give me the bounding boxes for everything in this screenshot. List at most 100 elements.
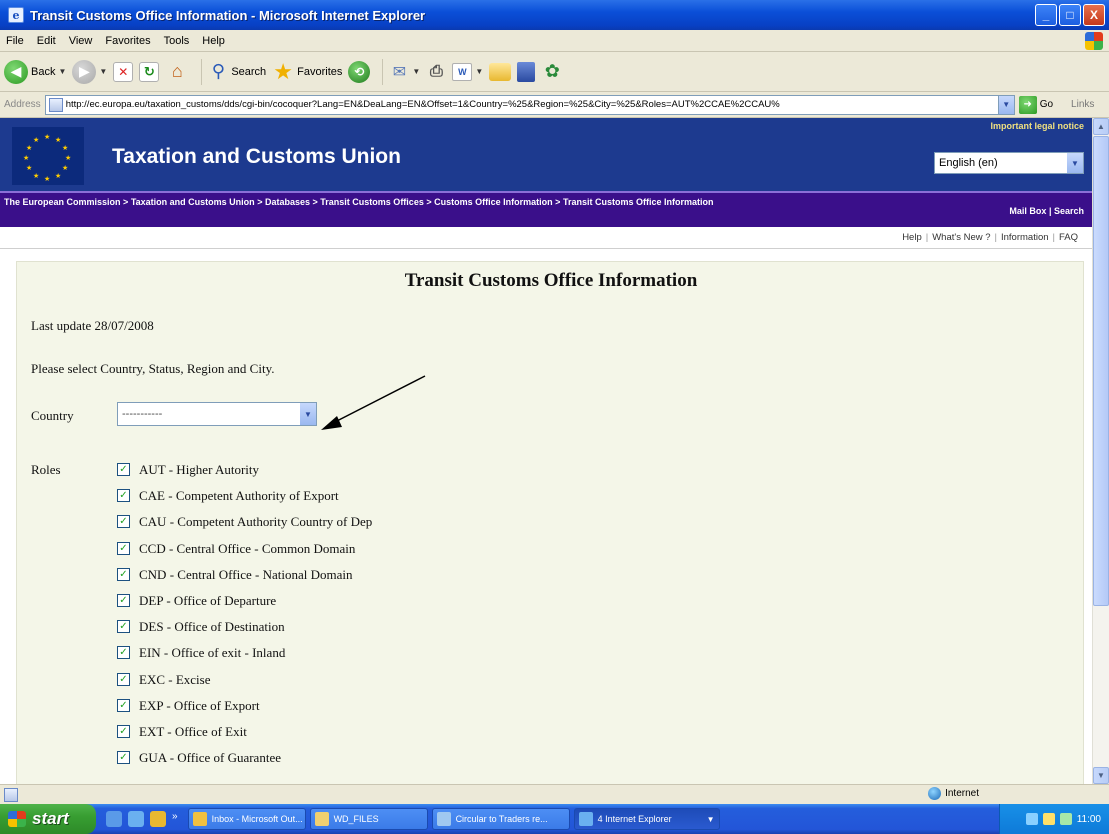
edit-button[interactable]: W ▼ (452, 62, 483, 81)
role-item[interactable]: ✓ CCD - Central Office - Common Domain (117, 541, 372, 567)
go-button[interactable]: Go (1040, 99, 1053, 110)
checkbox-checked[interactable]: ✓ (117, 489, 130, 503)
search-button[interactable]: ⚲ Search (208, 60, 266, 84)
address-input[interactable]: http://ec.europa.eu/taxation_customs/dds… (44, 94, 1015, 115)
breadcrumb-item[interactable]: Taxation and Customs Union (131, 197, 255, 207)
word-icon: W (452, 62, 473, 81)
task-outlook[interactable]: Inbox - Microsoft Out... (187, 808, 306, 830)
breadcrumb-item[interactable]: The European Commission (4, 197, 121, 207)
home-button[interactable]: ⌂ (165, 60, 189, 84)
country-select[interactable]: ----------- ▼ (117, 402, 317, 426)
breadcrumb-item[interactable]: Customs Office Information (434, 197, 553, 207)
go-arrow-icon[interactable]: ➜ (1018, 95, 1037, 114)
scroll-thumb[interactable] (1093, 136, 1109, 606)
role-item[interactable]: ✓ CAU - Competent Authority Country of De… (117, 514, 372, 540)
close-button[interactable]: X (1083, 4, 1105, 26)
stop-button[interactable]: ✕ (113, 61, 134, 82)
favorites-button[interactable]: ★ Favorites (272, 58, 342, 84)
menu-edit[interactable]: Edit (37, 35, 56, 47)
breadcrumb-item[interactable]: Transit Customs Offices (320, 197, 424, 207)
role-item[interactable]: ✓ EXT - Office of Exit (117, 724, 372, 750)
quick-launch: » (106, 811, 184, 827)
start-button[interactable]: start (0, 804, 96, 834)
checkbox-checked[interactable]: ✓ (117, 515, 130, 529)
page-title: Transit Customs Office Information (404, 270, 698, 291)
page-icon (48, 97, 63, 112)
role-label: EXP - Office of Export (139, 697, 260, 713)
checkbox-checked[interactable]: ✓ (117, 593, 130, 607)
checkbox-checked[interactable]: ✓ (117, 620, 130, 634)
maximize-button[interactable]: □ (1059, 4, 1081, 26)
task-internet-explorer[interactable]: 4 Internet Explorer ▼ (573, 808, 720, 830)
outlook-icon[interactable] (150, 811, 166, 827)
network-icon[interactable] (1025, 813, 1038, 825)
role-item[interactable]: ✓ DES - Office of Destination (117, 619, 372, 645)
search-link[interactable]: Search (1054, 206, 1084, 216)
refresh-button[interactable]: ↻ (139, 61, 160, 82)
menu-help[interactable]: Help (202, 35, 225, 47)
minimize-button[interactable]: _ (1035, 4, 1057, 26)
role-item[interactable]: ✓ DEP - Office of Departure (117, 593, 372, 619)
url-text: http://ec.europa.eu/taxation_customs/dds… (65, 99, 780, 110)
chevron-down-icon[interactable]: ▼ (997, 95, 1014, 114)
role-item[interactable]: ✓ EIN - Office of exit - Inland (117, 645, 372, 671)
breadcrumb-item[interactable]: Databases (265, 197, 310, 207)
forward-button[interactable]: ▶ ▼ (72, 59, 107, 84)
stop-icon: ✕ (113, 61, 134, 82)
scroll-down-icon[interactable]: ▼ (1093, 767, 1109, 784)
help-link[interactable]: Help (902, 232, 922, 243)
menu-view[interactable]: View (69, 35, 93, 47)
folder-button[interactable] (489, 62, 512, 81)
task-circular[interactable]: Circular to Traders re... (431, 808, 570, 830)
window-titlebar[interactable]: e Transit Customs Office Information - M… (0, 0, 1109, 30)
star-icon: ★ (273, 58, 294, 84)
role-item[interactable]: ✓ EXP - Office of Export (117, 698, 372, 724)
ie-icon[interactable] (128, 811, 144, 827)
checkbox-checked[interactable]: ✓ (117, 646, 130, 660)
checkbox-checked[interactable]: ✓ (117, 751, 130, 765)
checkbox-checked[interactable]: ✓ (117, 541, 130, 555)
checkbox-checked[interactable]: ✓ (117, 698, 130, 712)
links-button[interactable]: Links (1071, 99, 1094, 110)
role-item[interactable]: ✓ CAE - Competent Authority of Export (117, 488, 372, 514)
vertical-scrollbar[interactable]: ▲ ▼ (1092, 118, 1109, 784)
checkbox-checked[interactable]: ✓ (117, 463, 130, 476)
print-button[interactable]: ⎙ (426, 60, 446, 84)
back-label: Back (31, 65, 56, 78)
windows-logo-icon (1085, 32, 1103, 50)
chevron-down-icon: ▼ (300, 403, 316, 425)
role-item[interactable]: ✓ AUT - Higher Autority (117, 462, 372, 488)
messenger-button[interactable]: ✿ (541, 60, 563, 84)
checkbox-checked[interactable]: ✓ (117, 724, 130, 738)
help-bar: Help | What's New ? | Information | FAQ (0, 227, 1092, 249)
eu-header: ★ ★ ★ ★ ★ ★ ★ ★ ★ ★ ★ ★ Taxation and Customs Uni… (0, 118, 1092, 191)
status-bar: Internet (0, 784, 1109, 804)
task-wd-files[interactable]: WD_FILES (309, 808, 428, 830)
whats-new-link[interactable]: What's New ? (932, 232, 990, 243)
checkbox-checked[interactable]: ✓ (117, 567, 130, 581)
menu-tools[interactable]: Tools (164, 35, 190, 47)
legal-notice-link[interactable]: Important legal notice (990, 121, 1084, 131)
faq-link[interactable]: FAQ (1059, 232, 1078, 243)
checkbox-checked[interactable]: ✓ (117, 672, 130, 686)
mailbox-link[interactable]: Mail Box (1009, 206, 1046, 216)
role-label: DEP - Office of Departure (139, 592, 277, 608)
language-select[interactable]: English (en) ▼ (934, 152, 1084, 174)
chevron-right-icon[interactable]: » (172, 811, 178, 827)
role-item[interactable]: ✓ EXC - Excise (117, 672, 372, 698)
history-button[interactable]: ⟲ (348, 60, 371, 83)
menu-favorites[interactable]: Favorites (105, 35, 150, 47)
back-button[interactable]: ◀ Back ▼ (4, 59, 66, 84)
role-item[interactable]: ✓ CND - Central Office - National Domain (117, 567, 372, 593)
scroll-up-icon[interactable]: ▲ (1093, 118, 1109, 135)
mail-button[interactable]: ✉ ▼ (389, 60, 421, 84)
research-button[interactable] (517, 61, 536, 82)
role-item[interactable]: ✓ GUA - Office of Guarantee (117, 750, 372, 776)
menu-file[interactable]: File (6, 35, 24, 47)
desktop-icon[interactable] (106, 811, 122, 827)
information-link[interactable]: Information (1001, 232, 1049, 243)
breadcrumb-item[interactable]: Transit Customs Office Information (563, 197, 714, 207)
volume-icon[interactable] (1059, 813, 1072, 825)
security-icon[interactable] (1042, 813, 1055, 825)
page-viewport: ★ ★ ★ ★ ★ ★ ★ ★ ★ ★ ★ ★ Taxation and Customs Uni… (0, 118, 1109, 784)
